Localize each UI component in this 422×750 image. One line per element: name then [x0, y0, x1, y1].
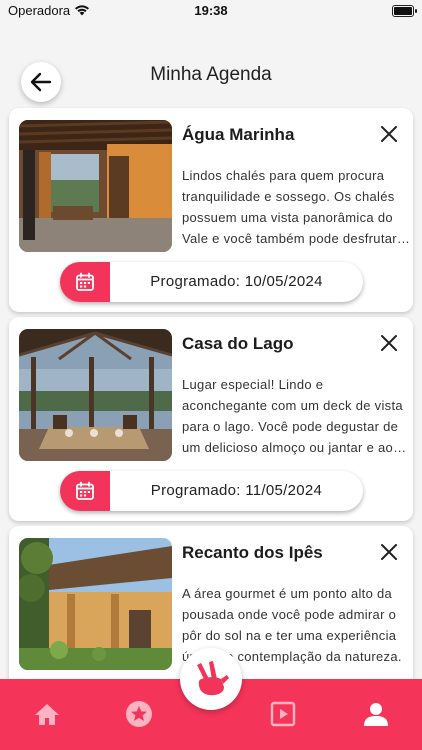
page-title: Minha Agenda — [150, 64, 272, 85]
nav-videos[interactable] — [268, 699, 298, 729]
place-photo — [19, 329, 172, 461]
nav-favorites[interactable] — [124, 699, 154, 729]
nav-home[interactable] — [32, 699, 62, 729]
schedule-pill[interactable]: Programado: 11/05/2024 — [60, 471, 363, 511]
agenda-card[interactable]: Água Marinha Lindos chalés para quem pro… — [9, 108, 413, 312]
remove-button[interactable] — [379, 542, 399, 562]
calendar-icon — [76, 481, 94, 500]
close-icon — [381, 544, 397, 560]
card-description: Lugar especial! Lindo e aconchegante com… — [182, 377, 403, 455]
status-time: 19:38 — [194, 3, 228, 18]
schedule-date: Programado: 10/05/2024 — [150, 273, 323, 290]
calendar-badge — [60, 471, 110, 511]
nav-profile[interactable] — [361, 699, 391, 729]
place-photo — [19, 120, 172, 252]
home-icon — [35, 704, 59, 725]
card-title: Casa do Lago — [182, 334, 294, 353]
schedule-pill[interactable]: Programado: 10/05/2024 — [60, 262, 363, 302]
card-title: Água Marinha — [182, 125, 295, 144]
card-title: Recanto dos Ipês — [182, 543, 323, 562]
battery-icon — [392, 5, 417, 17]
close-icon — [381, 126, 397, 142]
star-icon — [126, 701, 152, 727]
agenda-list[interactable]: Água Marinha Lindos chalés para quem pro… — [0, 104, 422, 679]
status-bar: Operadora 19:38 — [0, 0, 422, 22]
card-description: Lindos chalés para quem procura tranquil… — [182, 168, 397, 246]
schedule-date: Programado: 11/05/2024 — [150, 482, 323, 499]
close-icon — [381, 335, 397, 351]
calendar-badge — [60, 262, 110, 302]
video-icon — [270, 701, 296, 727]
remove-button[interactable] — [379, 333, 399, 353]
remove-button[interactable] — [379, 124, 399, 144]
center-logo-button[interactable] — [180, 648, 242, 710]
place-photo — [19, 538, 172, 670]
agenda-card[interactable]: Casa do Lago Lugar especial! Lindo e aco… — [9, 317, 413, 521]
profile-icon — [364, 703, 388, 726]
calendar-icon — [76, 272, 94, 291]
hand-logo-icon — [197, 661, 229, 696]
